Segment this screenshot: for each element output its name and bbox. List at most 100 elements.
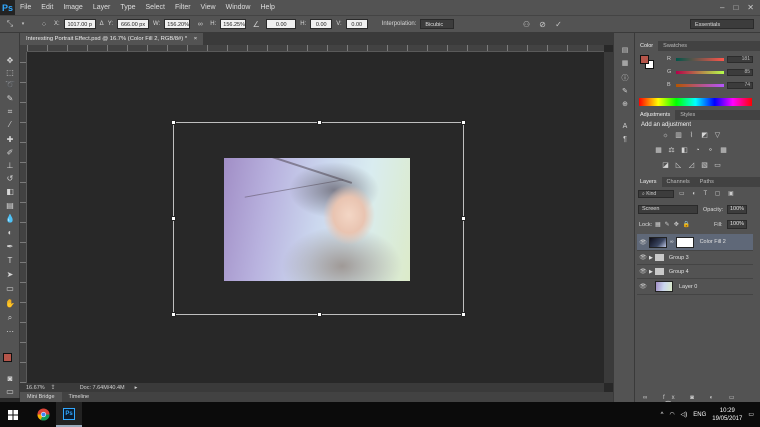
more-tools-icon[interactable]: ⋯ [3,326,17,337]
zoom-tool-icon[interactable]: ⌕ [3,312,17,323]
curves-icon[interactable]: ⌇ [687,131,696,139]
blue-slider[interactable] [676,83,724,87]
vibrance-icon[interactable]: ▽ [713,131,722,139]
layer-row[interactable]: 👁 ▶ Group 3 [637,251,753,265]
move-tool-preset-icon[interactable]: ⤡ [4,18,16,30]
x-position-input[interactable]: 1017.00 p [63,19,96,29]
transform-handle-bottom-left[interactable] [171,312,176,317]
warp-mode-icon[interactable]: ⚇ [520,18,532,30]
color-panel-foreground-swatch[interactable] [640,55,649,64]
info-panel-icon[interactable]: ⓘ [619,73,631,83]
tab-mini-bridge[interactable]: Mini Bridge [20,392,62,402]
layer-row[interactable]: 👁 ∞ Color Fill 2 [637,234,753,251]
dodge-tool-icon[interactable]: ◐ [3,227,17,238]
healing-brush-tool-icon[interactable]: ✚ [3,134,17,145]
type-tool-icon[interactable]: T [3,255,17,266]
quick-select-tool-icon[interactable]: ✎ [3,93,17,104]
export-icon[interactable]: ⇪ [51,384,56,391]
horizontal-skew-input[interactable]: 0.00 [310,19,333,29]
interpolation-select[interactable]: Bicubic [420,19,455,29]
tab-swatches[interactable]: Swatches [658,41,692,51]
screen-mode-icon[interactable]: ▭ [3,386,17,397]
menu-window[interactable]: Window [221,0,256,15]
language-indicator[interactable]: ENG [693,412,706,418]
lock-icons[interactable]: ▦✎✥🔒 [655,221,694,228]
windows-start-icon[interactable] [0,402,26,427]
reference-point-icon[interactable]: ⁘ [38,18,50,30]
tab-layers[interactable]: Layers [635,177,662,187]
menu-image[interactable]: Image [58,0,87,15]
transform-handle-bottom[interactable] [317,312,322,317]
maximize-button[interactable]: □ [733,3,738,12]
history-panel-icon[interactable]: ▤ [619,45,631,55]
layer-filter-select[interactable]: ⌕ Kind [638,190,674,198]
invert-icon[interactable]: ◪ [661,161,670,169]
transform-handle-right[interactable] [461,216,466,221]
transform-handle-bottom-right[interactable] [461,312,466,317]
chrome-icon[interactable] [30,402,56,427]
brightness-contrast-icon[interactable]: ☼ [661,131,670,139]
horizontal-ruler[interactable] [27,45,604,52]
chevron-down-icon[interactable]: ▾ [20,18,26,30]
layer-filter-icons[interactable]: ▭ ◐ T ▢ ▣ [679,190,749,198]
red-value-input[interactable]: 181 [727,55,753,63]
menu-help[interactable]: Help [256,0,280,15]
green-slider[interactable] [676,70,724,74]
hue-saturation-icon[interactable]: ▦ [654,146,663,154]
transform-handle-top[interactable] [317,120,322,125]
posterize-icon[interactable]: ◺ [674,161,683,169]
layer-actions-bar[interactable]: ∞ fx ◙ ◐ ▭ ▢ 🗑 [643,394,753,408]
green-value-input[interactable]: 85 [727,68,753,76]
layer-row[interactable]: 👁 Layer 0 [637,279,753,295]
exposure-icon[interactable]: ◩ [700,131,709,139]
crop-tool-icon[interactable]: ⌗ [3,106,17,117]
transform-handle-top-right[interactable] [461,120,466,125]
link-icon[interactable]: ∞ [194,18,206,30]
menu-select[interactable]: Select [141,0,170,15]
photo-filter-icon[interactable]: ◔ [693,146,702,154]
tab-adjustments[interactable]: Adjustments [635,110,676,120]
opacity-input[interactable]: 100% [727,205,747,214]
workspace-select[interactable]: Essentials [690,19,754,29]
blur-tool-icon[interactable]: 💧 [3,213,17,224]
brush-panel-icon[interactable]: ✎ [619,86,631,96]
blend-mode-select[interactable]: Screen [638,205,698,214]
clone-stamp-tool-icon[interactable]: ⊥ [3,160,17,171]
brush-tool-icon[interactable]: ✐ [3,147,17,158]
black-white-icon[interactable]: ◧ [680,146,689,154]
document-tab[interactable]: Interesting Portrait Effect.psd @ 16.7% … [20,33,204,45]
pen-tool-icon[interactable]: ✒ [3,241,17,252]
photoshop-icon[interactable]: Ps [56,402,82,427]
eye-icon[interactable]: 👁 [637,283,649,290]
quick-mask-icon[interactable]: ◙ [3,373,17,384]
relative-position-icon[interactable]: Δ [100,21,104,27]
path-selection-tool-icon[interactable]: ➤ [3,269,17,280]
close-window-button[interactable]: ✕ [747,3,754,12]
status-menu-arrow-icon[interactable]: ▸ [135,385,138,391]
color-lookup-icon[interactable]: ▦ [719,146,728,154]
vertical-skew-input[interactable]: 0.00 [345,19,368,29]
threshold-icon[interactable]: ◿ [687,161,696,169]
menu-file[interactable]: File [15,0,36,15]
gradient-tool-icon[interactable]: ▤ [3,200,17,211]
color-balance-icon[interactable]: ⚖ [667,146,676,154]
clone-source-panel-icon[interactable]: ⊕ [619,99,631,109]
close-tab-icon[interactable]: × [194,36,197,42]
layer-mask-thumbnail[interactable] [675,236,694,248]
commit-transform-icon[interactable]: ✓ [552,18,564,30]
eye-icon[interactable]: 👁 [637,239,649,246]
properties-panel-icon[interactable]: ▦ [619,58,631,68]
volume-icon[interactable]: ◁) [681,411,688,418]
transform-handle-top-left[interactable] [171,120,176,125]
history-brush-tool-icon[interactable]: ↺ [3,173,17,184]
tab-styles[interactable]: Styles [675,110,700,120]
menu-layer[interactable]: Layer [88,0,116,15]
fill-input[interactable]: 100% [727,220,747,229]
foreground-color-swatch[interactable] [3,353,12,362]
eyedropper-tool-icon[interactable]: ⁄ [3,119,17,130]
height-input[interactable]: 156.25% [220,19,247,29]
expand-arrow-icon[interactable]: ▶ [649,255,653,261]
channel-mixer-icon[interactable]: ⚬ [706,146,715,154]
free-transform-bounding-box[interactable] [171,120,466,317]
network-icon[interactable]: ◠ [669,411,674,418]
